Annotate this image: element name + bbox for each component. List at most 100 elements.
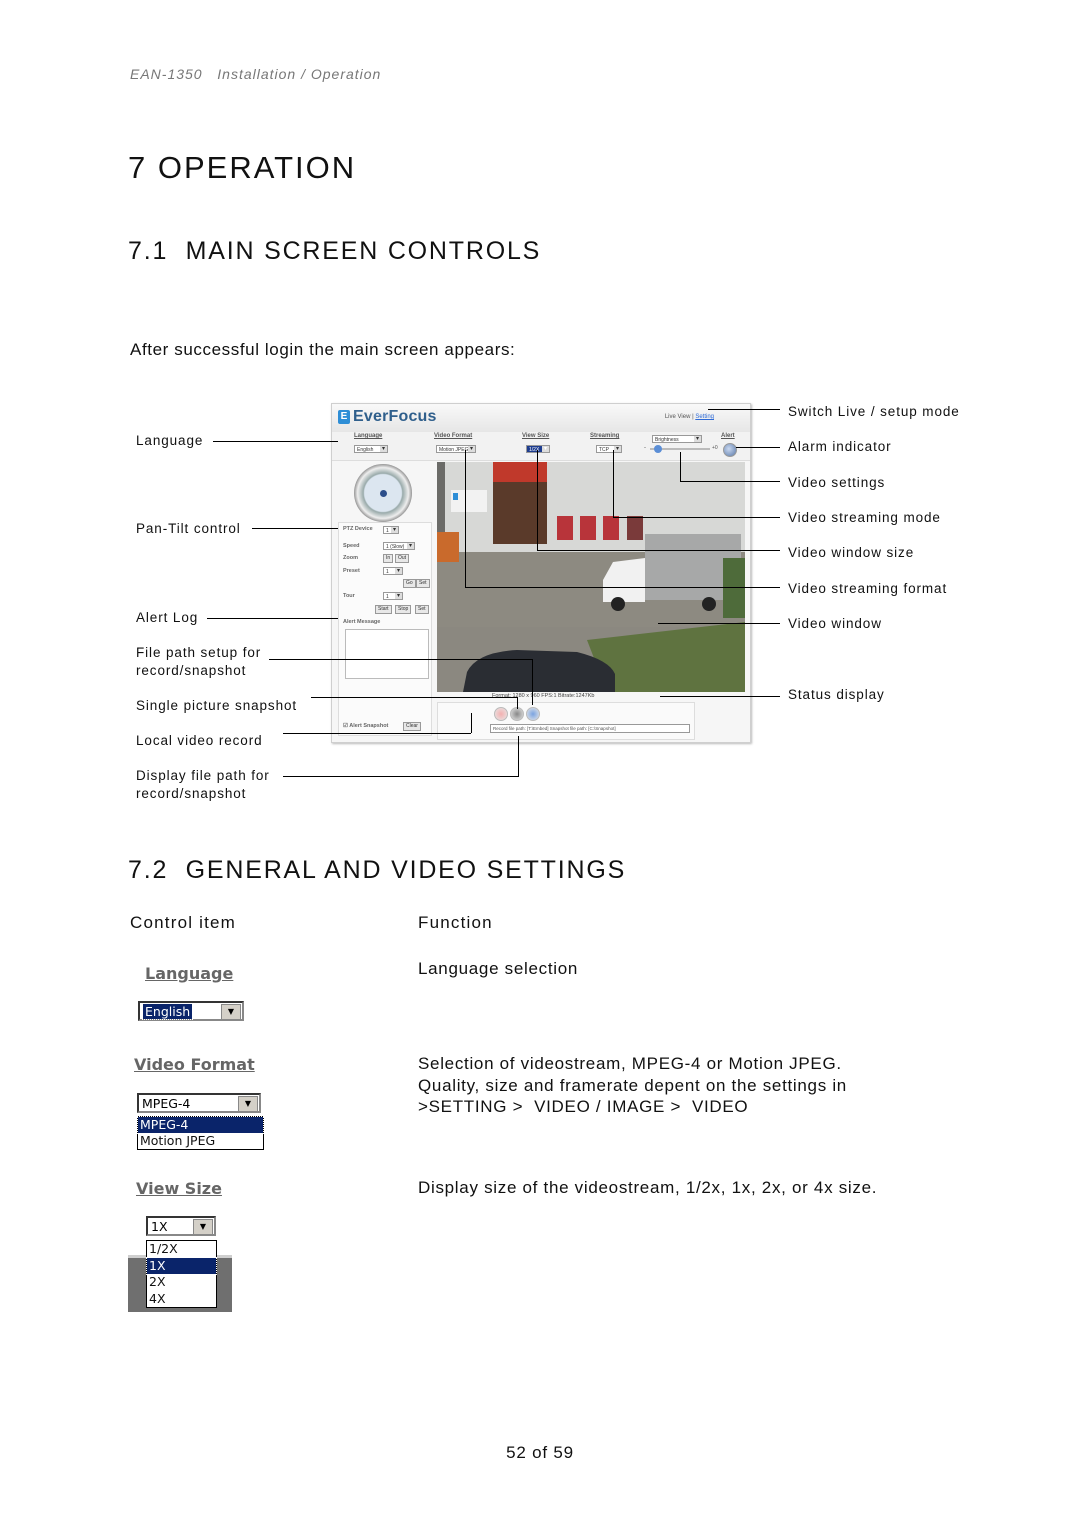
language-select[interactable]: English [354,445,388,453]
tour-label: Tour [343,593,355,599]
ptz-center-icon [380,490,387,497]
dropdown-arrow-icon: ▼ [221,1004,241,1020]
leader-video-settings-v [680,452,681,481]
tour-set-button[interactable]: Set [415,605,429,614]
live-view-link[interactable]: Live View | [665,414,695,420]
speed-select[interactable]: 1 (Slow) [383,542,415,550]
video-setting-select[interactable]: Brightness [652,435,702,443]
callout-status-display: Status display [788,687,885,702]
leader-snapshot-v [517,697,518,709]
leader-record-v [471,713,472,733]
everfocus-logo: E EverFocus [338,408,437,426]
file-path-setup-button[interactable] [526,707,540,721]
video-window[interactable] [437,462,745,692]
language-label: Language [354,433,383,439]
language-control-label: Language [145,964,234,983]
speed-label: Speed [343,543,360,549]
preset-label: Preset [343,568,360,574]
brightness-slider[interactable] [650,445,710,453]
leader-streaming-mode-v [613,450,614,517]
view-size-selected: 1X [151,1219,168,1234]
video-format-function: Selection of videostream, MPEG-4 or Moti… [418,1054,847,1116]
tour-select[interactable]: 1 [383,592,403,600]
callout-local-record: Local video record [136,733,263,748]
snapshot-button[interactable] [510,707,524,721]
callout-switch-mode: Switch Live / setup mode [788,404,960,419]
language-control-select[interactable]: English ▼ [138,1001,244,1021]
zoom-in-button[interactable]: In [383,554,394,563]
logo-text: EverFocus [353,408,437,425]
screenshot-header: E EverFocus Live View | Setting [332,404,750,433]
leader-streaming-mode-h [613,517,780,518]
option-4x[interactable]: 4X [147,1291,216,1308]
leader-record-h [283,733,471,734]
leader-streaming-format-h [465,587,780,588]
leader-file-path-setup-v [532,659,533,705]
leader-switch-mode [708,409,780,410]
leader-window-size-v [537,450,538,550]
option-1x[interactable]: 1X [146,1256,217,1275]
file-path-display: Record file path: [T:\Embed] Snapshot fi… [490,724,690,733]
leader-file-path-setup-h [269,659,532,660]
tour-stop-button[interactable]: Stop [395,605,412,614]
view-size-options: 1/2X 1X 2X 4X [146,1240,217,1308]
preset-select[interactable]: 1 [383,567,403,575]
video-format-control-select[interactable]: MPEG-4 ▼ [137,1093,261,1113]
view-size-select[interactable]: 1/2X [526,445,550,453]
view-size-control-label: View Size [136,1179,222,1198]
ptz-device-select[interactable]: 1 [383,526,399,534]
page-number: 52 of 59 [506,1443,574,1462]
alarm-indicator-icon [723,443,737,457]
running-head: EAN-1350 Installation / Operation [130,66,382,82]
option-2x[interactable]: 2X [147,1274,216,1291]
leader-language [213,441,338,442]
streaming-select[interactable]: TCP [596,445,622,453]
view-size-label: View Size [522,433,550,439]
column-header-function: Function [418,913,493,932]
callout-alert-log: Alert Log [136,610,199,625]
callout-file-path-setup: File path setup for record/snapshot [136,645,262,678]
alert-snapshot-checkbox[interactable]: ☑ Alert Snapshot [343,723,388,729]
alert-label: Alert [721,433,735,439]
slider-plus: +0 [712,445,718,451]
setting-link[interactable]: Setting [695,414,714,420]
video-format-label: Video Format [434,433,473,439]
preset-set-button[interactable]: Set [416,579,430,588]
callout-single-snapshot: Single picture snapshot [136,698,298,713]
chapter-title: 7 OPERATION [128,150,357,185]
callout-video-settings: Video settings [788,475,886,490]
screenshot-toolbar: Language English Video Format Motion JPE… [332,432,750,461]
callout-pan-tilt: Pan-Tilt control [136,521,241,536]
option-half[interactable]: 1/2X [147,1241,216,1258]
leader-status-display [660,696,780,697]
red-door-top [493,462,547,482]
leader-display-path-h [283,776,519,777]
preset-go-button[interactable]: Go [403,579,416,588]
alert-log[interactable] [345,629,429,679]
leader-window-size-h [537,550,780,551]
video-format-select[interactable]: Motion JPEG [436,445,476,453]
language-function: Language selection [418,959,579,978]
tour-start-button[interactable]: Start [375,605,392,614]
slider-knob[interactable] [654,445,662,453]
zoom-out-button[interactable]: Out [395,554,410,563]
video-format-selected: MPEG-4 [142,1096,191,1111]
video-frame [437,462,745,692]
pan-tilt-control[interactable] [354,464,412,522]
leader-pan-tilt [252,528,338,529]
mode-switch: Live View | Setting [665,414,714,420]
alert-snapshot-label: Alert Snapshot [349,723,389,729]
view-size-control-select[interactable]: 1X ▼ [146,1216,216,1236]
leader-display-path-v [518,736,519,777]
record-button[interactable] [494,707,508,721]
callout-streaming-format: Video streaming format [788,581,948,596]
clear-button[interactable]: Clear [403,722,421,731]
ptz-box: PTZ Device 1 Speed 1 (Slow) Zoom In Out … [338,522,432,736]
video-format-control-label: Video Format [134,1055,255,1074]
dropdown-arrow-icon: ▼ [238,1096,258,1112]
option-mpeg4[interactable]: MPEG-4 [137,1116,264,1134]
callout-alarm-indicator: Alarm indicator [788,439,892,454]
language-selected: English [141,1003,194,1020]
option-motion-jpeg[interactable]: Motion JPEG [138,1133,263,1149]
callout-display-file-path: Display file path for record/snapshot [136,768,270,801]
